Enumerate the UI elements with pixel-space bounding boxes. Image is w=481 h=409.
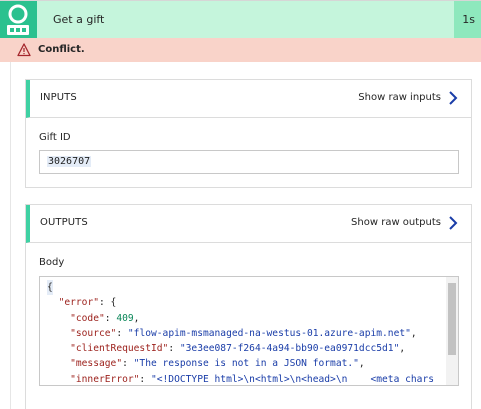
duration-badge: 1s xyxy=(454,1,481,39)
json-value: "3e3ee087-f264-4a94-bb90-ea0971dcc5d1" xyxy=(179,343,400,355)
json-key: "message" xyxy=(70,358,123,370)
scrollbar-thumb[interactable] xyxy=(448,283,456,355)
body-label: Body xyxy=(39,257,65,268)
json-value: "The response is not in a JSON format." xyxy=(133,358,359,370)
action-header[interactable]: Get a gift 1s xyxy=(0,0,481,39)
chevron-right-icon[interactable] xyxy=(448,215,459,231)
json-code: { "error": { "code": 409, "source": "flo… xyxy=(47,280,435,385)
outputs-card: OUTPUTS Show raw outputs Body { "error":… xyxy=(25,204,472,409)
json-key: "source" xyxy=(70,327,117,339)
json-value: 409 xyxy=(116,312,134,324)
inputs-card: INPUTS Show raw inputs Gift ID 3026707 xyxy=(25,79,472,188)
outputs-header: OUTPUTS Show raw outputs xyxy=(26,205,471,243)
show-raw-inputs-link[interactable]: Show raw inputs xyxy=(358,92,441,103)
json-key: "error" xyxy=(58,297,99,309)
gift-id-field[interactable]: 3026707 xyxy=(39,150,459,174)
vertical-scrollbar[interactable] xyxy=(446,277,458,385)
json-key: "innerError" xyxy=(70,373,140,385)
inputs-title: INPUTS xyxy=(40,92,77,103)
json-value: "flow-apim-msmanaged-na-westus-01.azure-… xyxy=(127,327,411,339)
conflict-alert: Conflict. xyxy=(0,38,481,62)
action-title: Get a gift xyxy=(53,13,105,26)
warning-icon xyxy=(17,43,31,57)
json-key: "clientRequestId" xyxy=(70,343,169,355)
json-key: "code" xyxy=(70,312,105,324)
gift-icon xyxy=(0,1,37,39)
json-value: "<!DOCTYPE html>\n<html>\n<head>\n <meta… xyxy=(150,373,435,385)
show-raw-outputs-link[interactable]: Show raw outputs xyxy=(351,217,441,228)
conflict-message: Conflict. xyxy=(38,44,85,55)
gift-id-label: Gift ID xyxy=(39,132,71,143)
json-open-brace: { xyxy=(47,280,53,296)
gift-id-value: 3026707 xyxy=(47,156,92,167)
inputs-header: INPUTS Show raw inputs xyxy=(26,80,471,118)
body-json-viewer[interactable]: { "error": { "code": 409, "source": "flo… xyxy=(39,276,459,386)
chevron-right-icon[interactable] xyxy=(448,90,459,106)
outputs-title: OUTPUTS xyxy=(40,217,88,228)
